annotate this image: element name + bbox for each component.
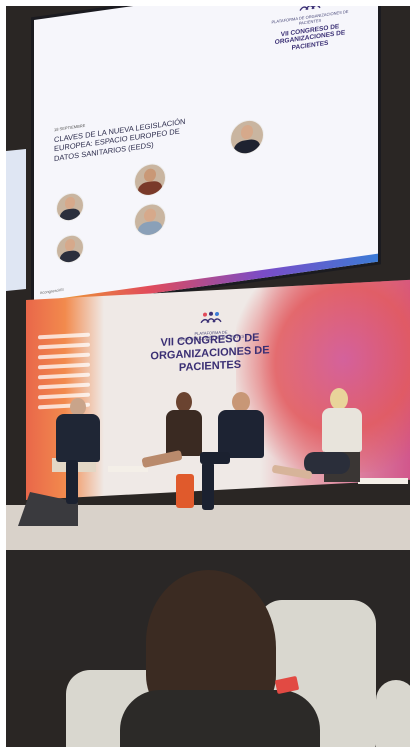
projection-screen: PLATAFORMA DE ORGANIZACIONES DE PACIENTE… [34,0,378,310]
people-logo-icon [200,311,222,324]
audience-seat [376,680,416,753]
session-title: CLAVES DE LA NUEVA LEGISLACIÓN EUROPEA: … [54,116,186,163]
backdrop-congress-title: VII CONGRESO DE ORGANIZACIONES DE PACIEN… [150,331,270,375]
event-photo: PLATAFORMA DE ORGANIZACIONES DE PACIENTE… [0,0,416,753]
screen-hashtag: #congresoVII [40,286,64,296]
side-table [108,466,148,472]
people-logo-icon [299,0,321,11]
side-table [358,478,408,484]
speaker-photo [134,161,166,198]
speaker-photo [56,190,84,223]
speaker-photo [56,232,84,265]
screen-logo: PLATAFORMA DE ORGANIZACIONES DE PACIENTE… [266,0,354,56]
side-screen [6,148,26,292]
audience-member-body [120,690,320,753]
speaker-photo [230,117,264,157]
speaker-photo [134,201,166,238]
